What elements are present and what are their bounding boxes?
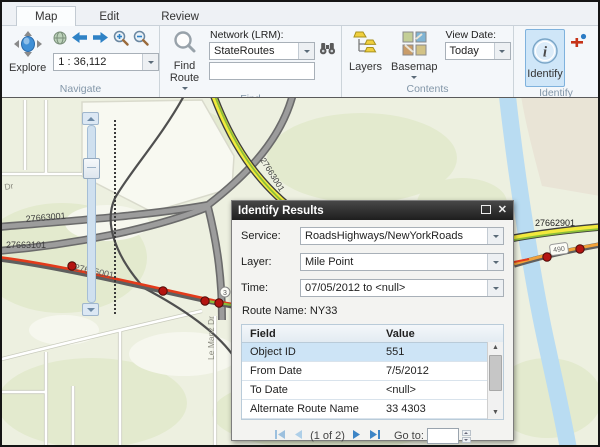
field-column-header: Field: [242, 328, 378, 340]
service-dropdown-button[interactable]: [487, 228, 503, 244]
layer-dropdown-button[interactable]: [487, 254, 503, 270]
previous-page-button[interactable]: [293, 429, 303, 443]
route-name-line: Route Name: NY33: [242, 305, 504, 317]
svg-text:27662901: 27662901: [535, 218, 575, 228]
pagination-bar: (1 of 2) Go to:: [241, 428, 504, 444]
binoculars-icon[interactable]: [319, 42, 336, 60]
scale-value: 1 : 36,112: [54, 56, 142, 68]
page-indicator: (1 of 2): [310, 430, 345, 442]
network-lrm-label: Network (LRM):: [210, 29, 336, 41]
zoom-slider-ticks: [114, 120, 116, 314]
tab-edit[interactable]: Edit: [80, 6, 138, 26]
map-circle-marker: 3: [220, 287, 230, 297]
identify-button[interactable]: i Identify: [525, 29, 565, 87]
time-label: Time:: [241, 282, 300, 294]
service-label: Service:: [241, 230, 300, 242]
layers-icon: [353, 31, 379, 61]
ribbon-tabstrip: Map Edit Review: [2, 2, 598, 26]
table-header-row: Field Value: [242, 325, 503, 343]
navigate-group-label: Navigate: [2, 83, 159, 97]
network-dropdown-button[interactable]: [298, 43, 314, 59]
goto-spinner[interactable]: [462, 430, 471, 443]
route-input-field[interactable]: [209, 62, 315, 80]
svg-text:Dr: Dr: [4, 181, 15, 192]
map-view[interactable]: 490 3 27663001 27663101 27625001 2: [2, 97, 598, 446]
close-icon[interactable]: ✕: [498, 205, 507, 216]
tab-map[interactable]: Map: [16, 6, 76, 26]
app-window: Map Edit Review: [0, 0, 600, 447]
goto-label: Go to:: [394, 430, 424, 442]
last-page-button[interactable]: [369, 429, 381, 443]
value-column-header: Value: [378, 328, 503, 340]
network-combobox[interactable]: StateRoutes: [209, 42, 315, 60]
explore-icon: [14, 31, 42, 62]
goto-input[interactable]: [427, 428, 459, 444]
zoom-out-icon[interactable]: [133, 30, 149, 51]
zoom-slider-track[interactable]: [87, 125, 96, 303]
view-date-label: View Date:: [446, 29, 511, 41]
svg-text:Le Manz Dr: Le Manz Dr: [206, 316, 216, 360]
table-row[interactable]: Alternate Route Name 33 4303: [242, 400, 503, 419]
explore-label: Explore: [9, 62, 46, 74]
route-shield-490: 490: [549, 242, 568, 255]
time-combobox[interactable]: 07/05/2012 to <null>: [300, 279, 504, 297]
service-combobox[interactable]: RoadsHighways/NewYorkRoads: [300, 227, 504, 245]
table-scrollbar[interactable]: ▲ ▼: [487, 342, 503, 419]
scale-dropdown-button[interactable]: [142, 54, 158, 70]
find-route-button[interactable]: Find Route: [165, 29, 204, 93]
zoom-in-icon[interactable]: [113, 30, 129, 51]
maximize-icon[interactable]: [481, 205, 491, 217]
zoom-slider[interactable]: [82, 112, 101, 316]
svg-text:27663101: 27663101: [6, 240, 46, 250]
attributes-table: Field Value Object ID 551 From Date 7/5/…: [241, 324, 504, 420]
identify-icon: i: [531, 37, 559, 68]
scrollbar-down-icon[interactable]: ▼: [492, 407, 499, 419]
zoom-slider-down-button[interactable]: [82, 303, 99, 316]
layers-button[interactable]: Layers: [347, 29, 384, 83]
globe-icon[interactable]: [53, 31, 67, 50]
panel-title-text: Identify Results: [238, 205, 324, 217]
explore-button[interactable]: Explore: [7, 29, 48, 83]
basemap-button[interactable]: Basemap: [389, 29, 439, 83]
layer-combobox[interactable]: Mile Point: [300, 253, 504, 271]
basemap-dropdown-icon: [411, 76, 417, 82]
zoom-slider-up-button[interactable]: [82, 112, 99, 125]
group-contents: Layers Basemap: [342, 26, 514, 97]
back-arrow-icon[interactable]: [71, 31, 88, 49]
table-row[interactable]: Object ID 551: [242, 343, 503, 362]
identify-route-tool-icon[interactable]: [570, 33, 587, 87]
tab-review[interactable]: Review: [142, 6, 218, 26]
group-identify: i Identify Identify: [514, 26, 598, 97]
table-row[interactable]: To Date <null>: [242, 381, 503, 400]
contents-group-label: Contents: [342, 83, 513, 97]
group-navigate: Explore: [2, 26, 160, 97]
first-page-button[interactable]: [274, 429, 286, 443]
scale-combobox[interactable]: 1 : 36,112: [53, 53, 159, 71]
scrollbar-thumb[interactable]: [489, 355, 502, 391]
identify-results-panel: Identify Results ✕ Service: RoadsHighway…: [231, 200, 514, 441]
identify-results-titlebar[interactable]: Identify Results ✕: [232, 201, 513, 220]
table-row[interactable]: From Date 7/5/2012: [242, 362, 503, 381]
scrollbar-up-icon[interactable]: ▲: [492, 342, 499, 354]
view-date-dropdown-button[interactable]: [494, 43, 510, 59]
ribbon: Map Edit Review: [2, 2, 598, 97]
next-page-button[interactable]: [352, 429, 362, 443]
svg-text:3: 3: [223, 290, 227, 297]
basemap-icon: [402, 31, 427, 61]
find-route-icon: [173, 31, 197, 60]
zoom-slider-handle[interactable]: [83, 158, 100, 179]
layer-label: Layer:: [241, 256, 300, 268]
time-dropdown-button[interactable]: [487, 280, 503, 296]
forward-arrow-icon[interactable]: [92, 31, 109, 49]
group-find: Find Route Network (LRM): StateRoutes: [160, 26, 342, 97]
view-date-combobox[interactable]: Today: [445, 42, 511, 60]
